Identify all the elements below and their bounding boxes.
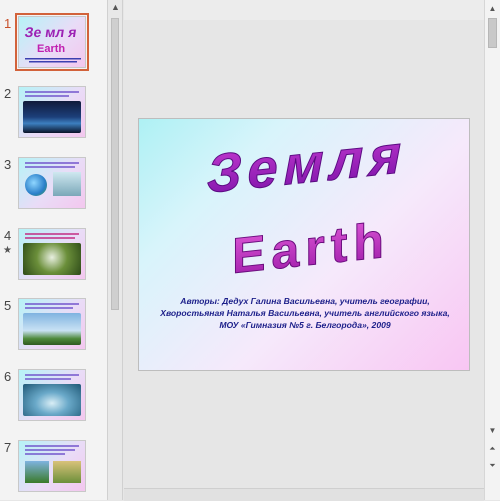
scrollbar-thumb[interactable] (111, 18, 119, 310)
title-wordart-english[interactable]: Earth (195, 207, 427, 285)
nature-image (53, 172, 81, 196)
slide-thumbnail-7[interactable] (18, 440, 86, 492)
thumbnail-text-line (25, 453, 65, 455)
thumbnail-row[interactable]: 1 Зe мл я Earth (0, 13, 107, 76)
svg-text:Earth: Earth (232, 212, 390, 284)
thumbnail-text-line (25, 303, 79, 305)
slide-number: 2 (4, 86, 12, 101)
slide-thumbnail-6[interactable] (18, 369, 86, 421)
diagram-image (25, 461, 49, 483)
svg-text:Earth: Earth (37, 43, 65, 55)
diagram-image (53, 461, 81, 483)
editor-bottom-strip (124, 488, 484, 501)
thumbnail-text-line (25, 237, 75, 239)
thumbnail-text-line (25, 307, 73, 309)
authors-line: Хворостьяная Наталья Васильевна, учитель… (160, 308, 450, 318)
title-wordart-russian[interactable]: Земля (167, 123, 447, 203)
slide-number: 1 (4, 16, 12, 31)
thumbnail-text-line (25, 233, 79, 235)
authors-line: МОУ «Гимназия №5 г. Белгорода», 2009 (219, 320, 391, 330)
slide-number: 3 (4, 157, 12, 172)
next-slide-icon[interactable]: ⏷ (487, 460, 498, 471)
editor-scrollbar[interactable]: ▲ ▼ ⏶ ⏷ (484, 0, 500, 500)
slide-number: 5 (4, 298, 12, 313)
scroll-up-icon[interactable]: ▲ (110, 2, 121, 13)
thumbnail-text-line (25, 449, 75, 451)
scroll-up-icon[interactable]: ▲ (487, 3, 498, 14)
globe-image (25, 174, 47, 196)
animation-star-icon: ★ (3, 245, 12, 256)
thumbnail-text-line (25, 374, 79, 376)
thumbnail-row[interactable]: 2 (0, 86, 107, 146)
current-slide[interactable]: Земля Earth Авторы: Дедух Галина Василье… (138, 118, 470, 371)
thumbnail-scrollbar[interactable]: ▲ (107, 0, 123, 500)
thumbnail-text-line (25, 166, 75, 168)
svg-text:Земля: Земля (207, 124, 407, 203)
flower-image (23, 243, 81, 275)
scroll-down-icon[interactable]: ▼ (487, 425, 498, 436)
slide-thumbnail-2[interactable] (18, 86, 86, 138)
authors-text[interactable]: Авторы: Дедух Галина Васильевна, учитель… (147, 295, 463, 331)
earth-image (23, 101, 81, 133)
thumbnail-title-art: Зe мл я Earth (24, 24, 81, 63)
scrollbar-thumb[interactable] (488, 18, 497, 48)
thumbnail-row[interactable]: 3 (0, 157, 107, 217)
slide-thumbnail-1[interactable]: Зe мл я Earth (15, 13, 89, 71)
previous-slide-icon[interactable]: ⏶ (487, 443, 498, 454)
slide-thumbnail-5[interactable] (18, 298, 86, 350)
svg-text:Зe мл я: Зe мл я (24, 24, 78, 40)
thumbnail-row[interactable]: 6 (0, 369, 107, 429)
thumbnail-row[interactable]: 7 (0, 440, 107, 500)
slide-thumbnail-pane: 1 Зe мл я Earth 2 3 4 ★ 5 6 7 (0, 0, 107, 500)
thumbnail-text-line (25, 445, 79, 447)
slide-number: 6 (4, 369, 12, 384)
slide-thumbnail-4[interactable] (18, 228, 86, 280)
thumbnail-text-line (25, 378, 71, 380)
editor-top-strip (124, 0, 484, 20)
slide-number: 4 (4, 228, 12, 243)
thumbnail-text-line (25, 95, 69, 97)
slide-editor: Земля Earth Авторы: Дедух Галина Василье… (124, 0, 484, 501)
thumbnail-text-line (25, 91, 79, 93)
slide-thumbnail-3[interactable] (18, 157, 86, 209)
authors-line: Авторы: Дедух Галина Васильевна, учитель… (180, 296, 430, 306)
thumbnail-row[interactable]: 5 (0, 298, 107, 358)
landscape-image (23, 313, 81, 345)
thumbnail-row[interactable]: 4 ★ (0, 228, 107, 288)
water-drop-image (23, 384, 81, 416)
slide-number: 7 (4, 440, 12, 455)
thumbnail-text-line (25, 162, 79, 164)
